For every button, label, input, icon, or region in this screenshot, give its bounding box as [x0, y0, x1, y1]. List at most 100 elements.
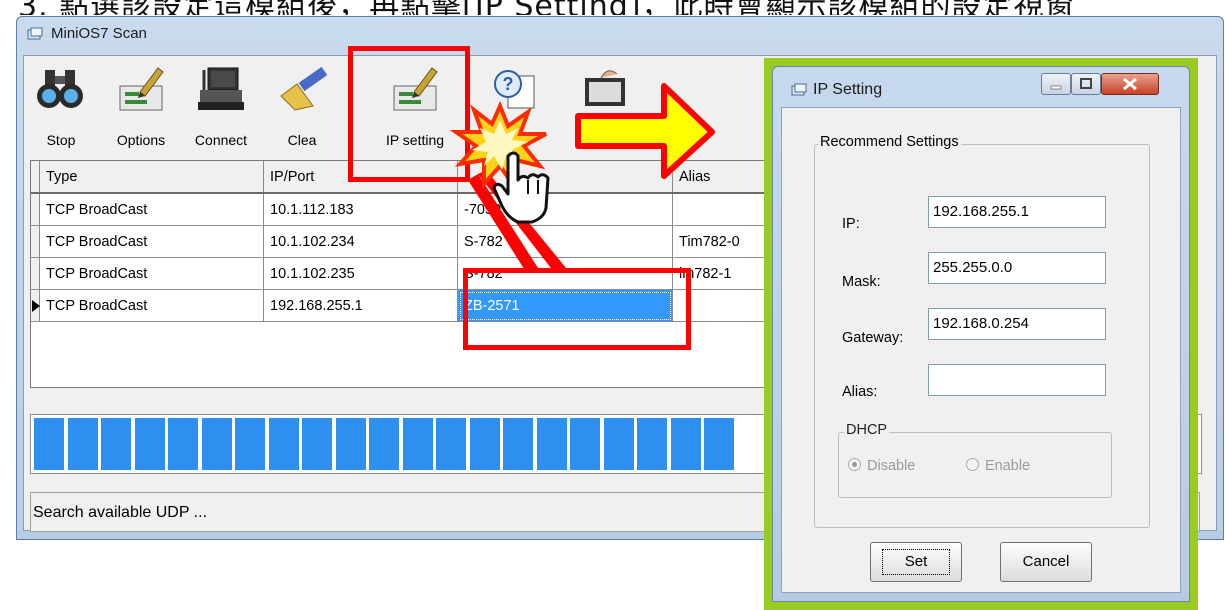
maximize-button[interactable]	[1071, 73, 1101, 95]
alias-input[interactable]	[928, 364, 1106, 396]
cell-name[interactable]: -7050	[457, 193, 673, 226]
clear-button[interactable]: Clea	[262, 58, 342, 158]
set-button-label: Set	[881, 549, 951, 575]
ip-setting-dialog: IP Setting Recommend Settings IP: 192.16…	[772, 66, 1190, 602]
progress-block	[335, 418, 366, 470]
connect-label: Connect	[194, 132, 248, 148]
ip-setting-label: IP setting	[385, 132, 445, 148]
exit-icon	[585, 70, 625, 106]
dialog-body: Recommend Settings IP: 192.168.255.1 Mas…	[781, 107, 1181, 593]
cell-name-selected[interactable]: ZB-2571	[457, 289, 673, 322]
progress-block	[503, 418, 533, 470]
stop-button[interactable]: Stop	[28, 58, 94, 158]
progress-block	[34, 418, 64, 470]
title-bar[interactable]: MiniOS7 Scan	[17, 17, 1223, 53]
alias-label: Alias:	[842, 384, 878, 400]
table-row[interactable]: TCP BroadCast 10.1.112.183 -7050	[31, 193, 776, 226]
set-button[interactable]: Set	[870, 542, 962, 582]
progress-block	[670, 418, 701, 470]
minimize-icon	[1050, 85, 1062, 90]
recommend-settings-label: Recommend Settings	[818, 134, 961, 150]
cell-type[interactable]: TCP BroadCast	[39, 193, 264, 226]
cell-alias[interactable]	[672, 193, 776, 226]
close-icon	[1123, 77, 1137, 91]
progress-block	[268, 418, 299, 470]
exit-button[interactable]: Exit	[564, 58, 648, 158]
column-header-type[interactable]: Type	[39, 161, 264, 194]
dhcp-disable-radio[interactable]: Disable	[848, 458, 915, 474]
grid-header-row: Type IP/Port Alias	[31, 161, 776, 194]
cell-type[interactable]: TCP BroadCast	[39, 225, 264, 258]
close-button[interactable]	[1101, 73, 1159, 95]
svg-text:?: ?	[503, 74, 514, 94]
options-icon	[119, 67, 164, 111]
dhcp-enable-radio[interactable]: Enable	[966, 458, 1030, 474]
instruction-caption: 3. 點選該設定這模組後，再點擊[IP Setting]，此時會顯示該模組的設定…	[0, 0, 1225, 15]
column-header-name[interactable]	[457, 161, 673, 194]
options-button[interactable]: Options	[102, 58, 180, 158]
row-indicator-header	[31, 161, 40, 194]
progress-block	[302, 418, 332, 470]
progress-block	[168, 418, 198, 470]
gateway-input[interactable]: 192.168.0.254	[928, 308, 1106, 340]
radio-selected-icon	[848, 458, 861, 471]
app-icon	[27, 27, 43, 40]
cell-type[interactable]: TCP BroadCast	[39, 289, 264, 322]
maximize-icon	[1080, 78, 1092, 89]
cell-alias[interactable]	[672, 289, 776, 322]
dialog-app-icon	[791, 83, 807, 96]
column-header-alias[interactable]: Alias	[672, 161, 776, 194]
cancel-button[interactable]: Cancel	[1000, 542, 1092, 582]
cell-ip[interactable]: 192.168.255.1	[263, 289, 458, 322]
progress-block	[134, 418, 165, 470]
toolbar: Stop Options Connect Clea IP setting ? E…	[24, 56, 784, 162]
progress-block	[402, 418, 433, 470]
cell-ip[interactable]: 10.1.102.235	[263, 257, 458, 290]
table-row[interactable]: TCP BroadCast 10.1.102.234 S-782 Tim782-…	[31, 225, 776, 258]
current-row-arrow-icon	[32, 300, 40, 312]
cell-ip[interactable]: 10.1.112.183	[263, 193, 458, 226]
ip-label: IP:	[842, 216, 860, 232]
dialog-title: IP Setting	[813, 81, 883, 98]
help-icon: ?	[494, 70, 535, 109]
ip-setting-button[interactable]: IP setting	[362, 58, 468, 158]
window-title: MiniOS7 Scan	[51, 25, 147, 42]
mask-input[interactable]: 255.255.0.0	[928, 252, 1106, 284]
help-button[interactable]: ?	[480, 58, 550, 158]
progress-block	[369, 418, 399, 470]
clear-brush-icon	[280, 66, 327, 111]
progress-block	[704, 418, 734, 470]
cell-ip[interactable]: 10.1.102.234	[263, 225, 458, 258]
cell-name[interactable]: S-782	[457, 225, 673, 258]
progress-block	[469, 418, 500, 470]
cell-alias[interactable]: Tim782-0	[672, 225, 776, 258]
clear-label: Clea	[287, 132, 317, 148]
device-grid[interactable]: Type IP/Port Alias TCP BroadCast 10.1.11…	[30, 160, 792, 388]
minimize-button[interactable]	[1041, 73, 1071, 95]
binoculars-icon	[37, 70, 83, 108]
progress-block	[637, 418, 667, 470]
progress-block	[235, 418, 265, 470]
radio-unselected-icon	[966, 458, 979, 471]
cell-type[interactable]: TCP BroadCast	[39, 257, 264, 290]
exit-label: Exit	[594, 132, 618, 148]
column-header-ip-port[interactable]: IP/Port	[263, 161, 458, 194]
table-row[interactable]: TCP BroadCast 10.1.102.235 S-782 im782-1	[31, 257, 776, 290]
row-indicator-current	[31, 289, 40, 322]
table-row-selected[interactable]: TCP BroadCast 192.168.255.1 ZB-2571	[31, 289, 776, 322]
ip-input[interactable]: 192.168.255.1	[928, 196, 1106, 228]
progress-block	[603, 418, 634, 470]
row-indicator	[31, 225, 40, 258]
options-label: Options	[116, 132, 166, 148]
progress-block	[570, 418, 600, 470]
connect-button[interactable]: Connect	[182, 58, 260, 158]
progress-block	[101, 418, 131, 470]
cell-alias[interactable]: im782-1	[672, 257, 776, 290]
ip-setting-icon	[393, 67, 438, 111]
cell-name[interactable]: S-782	[457, 257, 673, 290]
dhcp-enable-label: Enable	[985, 458, 1031, 474]
connect-icon	[198, 67, 244, 110]
row-indicator	[31, 257, 40, 290]
dhcp-label: DHCP	[844, 422, 890, 438]
progress-block	[67, 418, 98, 470]
